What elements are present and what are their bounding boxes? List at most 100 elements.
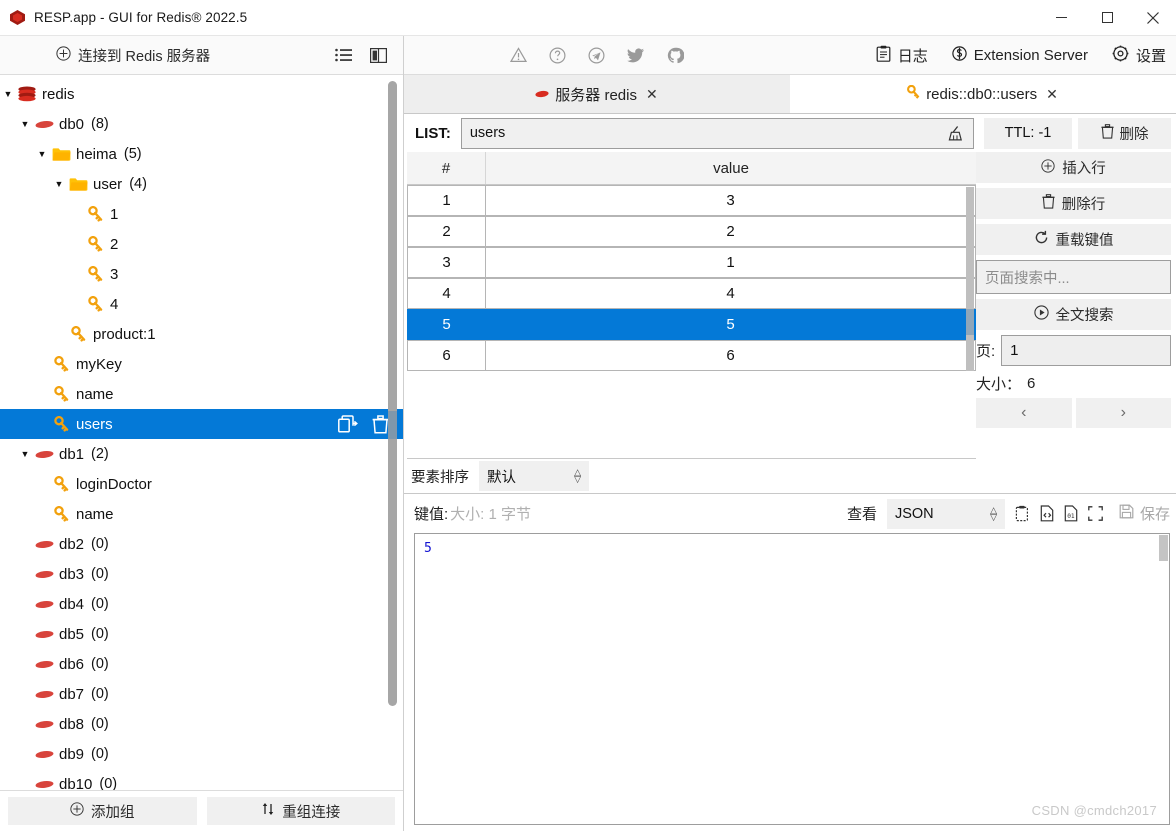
key-icon xyxy=(53,506,69,522)
tree-item-db6[interactable]: ▼db6(0) xyxy=(0,649,403,679)
tree-item-mykey[interactable]: ▼myKey xyxy=(0,349,403,379)
tree-item-name[interactable]: ▼name xyxy=(0,379,403,409)
tree-item-product-1[interactable]: ▼product:1 xyxy=(0,319,403,349)
tree-item-4[interactable]: ▼4 xyxy=(0,289,403,319)
tab-server-redis[interactable]: 服务器 redis ✕ xyxy=(404,75,790,113)
tree-item-users[interactable]: ▼users xyxy=(0,409,403,439)
delete-row-button[interactable]: 删除行 xyxy=(976,188,1171,219)
tree-item-logindoctor[interactable]: ▼loginDoctor xyxy=(0,469,403,499)
tree-item-1[interactable]: ▼1 xyxy=(0,199,403,229)
log-label: 日志 xyxy=(897,47,928,65)
tree-item-db10[interactable]: ▼db10(0) xyxy=(0,769,403,790)
save-value-button[interactable]: 保存 xyxy=(1113,503,1170,524)
code-file-icon[interactable] xyxy=(1040,505,1055,522)
value-editor-scrollbar[interactable] xyxy=(1159,535,1168,561)
reload-value-button[interactable]: 重载键值 xyxy=(976,224,1171,255)
refresh-icon xyxy=(1034,230,1049,249)
tab-bar: 服务器 redis ✕ redis::db0::users ✕ xyxy=(404,75,1176,114)
ttl-button[interactable]: TTL: -1 xyxy=(984,117,1072,149)
tree-item-db9[interactable]: ▼db9(0) xyxy=(0,739,403,769)
split-panel-icon[interactable] xyxy=(370,47,387,63)
row-index: 6 xyxy=(407,340,486,371)
tree-icon-wrap xyxy=(50,147,72,162)
tree-item-db8[interactable]: ▼db8(0) xyxy=(0,709,403,739)
tree-item-db7[interactable]: ▼db7(0) xyxy=(0,679,403,709)
fulltext-search-button[interactable]: 全文搜索 xyxy=(976,299,1171,330)
tree-item-2[interactable]: ▼2 xyxy=(0,229,403,259)
settings-button[interactable]: 设置 xyxy=(1112,45,1166,66)
tree-item-heima[interactable]: ▼ heima (5) xyxy=(0,139,403,169)
close-button[interactable] xyxy=(1130,0,1176,36)
list-view-icon[interactable] xyxy=(335,48,352,62)
maximize-button[interactable] xyxy=(1084,0,1130,36)
warning-triangle-icon[interactable] xyxy=(510,47,527,63)
table-row[interactable]: 22 xyxy=(407,216,976,247)
expand-arrow-icon[interactable]: ▼ xyxy=(17,119,33,129)
value-editor[interactable]: 5 CSDN @cmdch2017 xyxy=(414,533,1170,825)
page-search-input[interactable]: 页面搜索中... xyxy=(976,260,1171,294)
expand-arrow-icon[interactable]: ▼ xyxy=(51,179,67,189)
table-row[interactable]: 66 xyxy=(407,340,976,371)
broom-icon[interactable] xyxy=(948,125,965,142)
connect-button-label: 连接到 Redis 服务器 xyxy=(78,48,211,65)
tree-item-label: redis xyxy=(42,85,75,103)
table-row[interactable]: 44 xyxy=(407,278,976,309)
tree-item-db4[interactable]: ▼db4(0) xyxy=(0,589,403,619)
tree-item-count: (0) xyxy=(91,626,109,642)
next-page-button[interactable]: › xyxy=(1075,398,1171,428)
expand-arrow-icon[interactable]: ▼ xyxy=(0,89,16,99)
view-format-select[interactable]: JSON △ ▽ xyxy=(886,498,1005,529)
expand-arrow-icon[interactable]: ▼ xyxy=(34,149,50,159)
tree-item-user[interactable]: ▼ user (4) xyxy=(0,169,403,199)
tree-item-db1[interactable]: ▼ db1 (2) xyxy=(0,439,403,469)
tree-item-label: db8 xyxy=(59,715,85,733)
svg-text:01: 01 xyxy=(1067,513,1075,520)
tree-icon-wrap xyxy=(16,86,38,103)
tree-item-db2[interactable]: ▼db2(0) xyxy=(0,529,403,559)
tree-item-redis[interactable]: ▼ redis xyxy=(0,79,403,109)
log-button[interactable]: 日志 xyxy=(876,45,928,66)
extension-server-button[interactable]: Extension Server xyxy=(952,45,1088,66)
tree-item-3[interactable]: ▼3 xyxy=(0,259,403,289)
prev-page-button[interactable]: ‹ xyxy=(976,398,1072,428)
tab-redis-db0-users[interactable]: redis::db0::users ✕ xyxy=(790,75,1176,113)
table-row[interactable]: 55 xyxy=(407,309,976,340)
minimize-button[interactable] xyxy=(1038,0,1084,36)
gear-icon xyxy=(1112,45,1129,66)
tree-item-label: db0 xyxy=(59,115,85,133)
expand-arrow-icon[interactable]: ▼ xyxy=(17,449,33,459)
table-scrollbar[interactable] xyxy=(966,187,974,371)
paste-clipboard-icon[interactable] xyxy=(1015,505,1031,522)
tree-icon-wrap xyxy=(84,236,106,252)
close-icon[interactable]: ✕ xyxy=(646,86,658,103)
tree-icon-wrap xyxy=(50,416,72,432)
help-circle-icon[interactable] xyxy=(549,46,566,64)
delete-key-button[interactable]: 删除 xyxy=(1078,117,1171,149)
table-row[interactable]: 13 xyxy=(407,185,976,216)
page-input[interactable]: 1 xyxy=(1001,335,1171,366)
element-sort-select[interactable]: 默认 △ ▽ xyxy=(479,461,589,491)
connect-to-redis-button[interactable]: 连接到 Redis 服务器 xyxy=(56,45,210,66)
tree-item-db0[interactable]: ▼ db0 (8) xyxy=(0,109,403,139)
tree-item-db3[interactable]: ▼db3(0) xyxy=(0,559,403,589)
telegram-icon[interactable] xyxy=(588,46,605,64)
duplicate-key-icon[interactable] xyxy=(338,415,358,433)
insert-row-button[interactable]: 插入行 xyxy=(976,152,1171,183)
delete-key-icon[interactable] xyxy=(372,414,389,434)
key-name-input[interactable]: users xyxy=(460,117,974,149)
twitter-icon[interactable] xyxy=(627,47,645,63)
sidebar: 连接到 Redis 服务器 ▼ redis ▼ db0 (8) ▼ heima … xyxy=(0,36,404,831)
tree-item-name[interactable]: ▼name xyxy=(0,499,403,529)
tree-icon-wrap xyxy=(33,599,55,610)
key-tree-scroll-area[interactable]: ▼redis▼db0(8)▼heima(5)▼user(4)▼1▼2▼3▼4▼p… xyxy=(0,75,403,790)
add-group-button[interactable]: 添加组 xyxy=(8,797,197,825)
sidebar-scrollbar[interactable] xyxy=(388,81,397,706)
github-icon[interactable] xyxy=(667,47,684,64)
tree-item-db5[interactable]: ▼db5(0) xyxy=(0,619,403,649)
table-row[interactable]: 31 xyxy=(407,247,976,278)
fullscreen-icon[interactable] xyxy=(1088,506,1103,521)
binary-file-icon[interactable]: 01 xyxy=(1064,505,1079,522)
value-view-controls: 查看 JSON △ ▽ 01 保存 xyxy=(847,498,1170,529)
close-icon[interactable]: ✕ xyxy=(1046,86,1058,103)
regroup-connection-button[interactable]: 重组连接 xyxy=(206,797,395,825)
